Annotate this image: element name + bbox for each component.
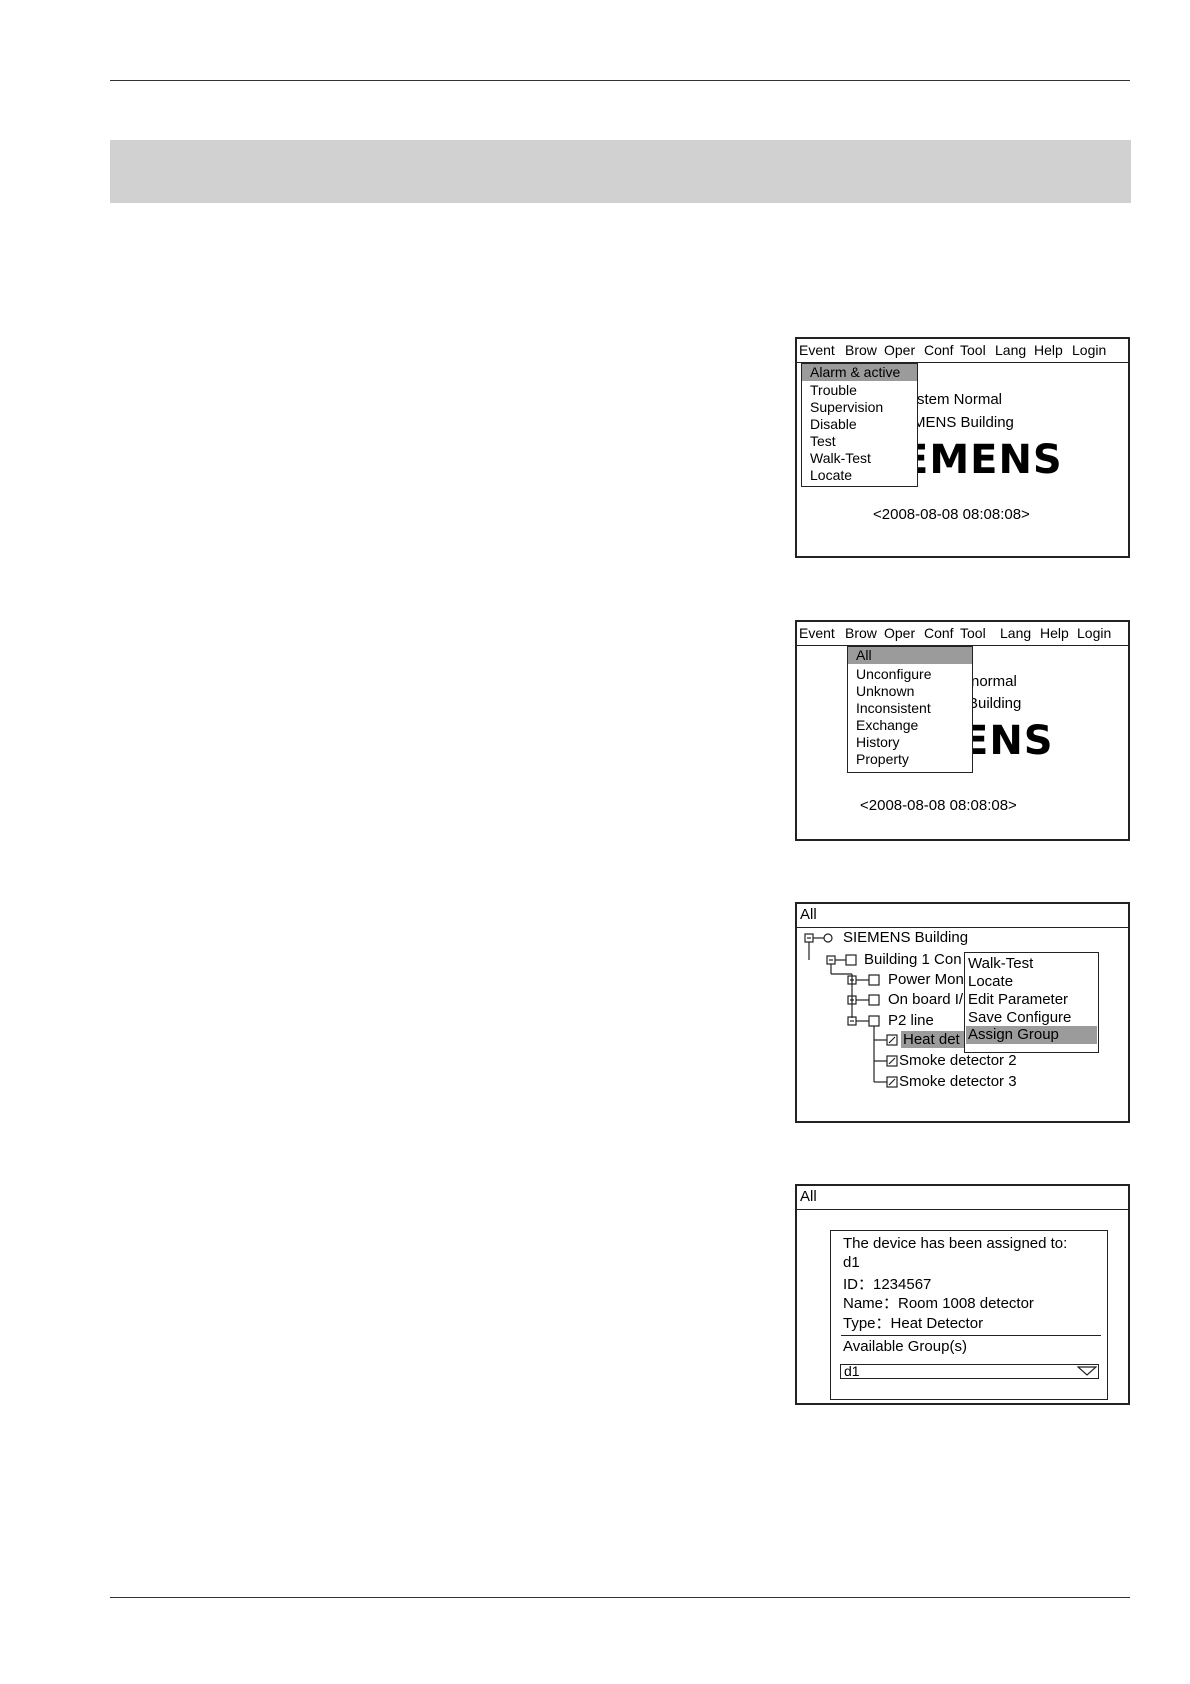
screen-device-tree: All SIEMENS Building Building 1 Con Powe… (795, 902, 1130, 1123)
dropdown-item-history[interactable]: History (848, 734, 972, 751)
system-status: normal (971, 673, 1017, 690)
available-groups-label: Available Group(s) (843, 1338, 967, 1355)
section-banner (110, 140, 1131, 203)
building-name: Building (968, 695, 1022, 712)
dialog-separator (841, 1335, 1101, 1336)
tree-node-smoke-detector-3[interactable]: Smoke detector 3 (899, 1073, 1017, 1090)
menu-help[interactable]: Help (1040, 625, 1069, 641)
tree-node-smoke-detector-2[interactable]: Smoke detector 2 (899, 1052, 1017, 1069)
device-type: Type：Heat Detector (843, 1315, 984, 1332)
context-item-assign-group[interactable]: Assign Group (966, 1026, 1097, 1044)
menu-brow[interactable]: Brow (845, 342, 877, 358)
group-select[interactable]: d1 (840, 1364, 1099, 1379)
context-menu: Walk-Test Locate Edit Parameter Save Con… (964, 952, 1099, 1053)
menu-tool[interactable]: Tool (960, 625, 986, 641)
screen-event-menu: Event Brow Oper Conf Tool Lang Help Logi… (795, 337, 1130, 558)
context-item-save-configure[interactable]: Save Configure (966, 1009, 1097, 1027)
chevron-down-icon[interactable] (1077, 1366, 1097, 1376)
tree-node-on-board[interactable]: On board I/ (888, 991, 963, 1008)
assign-group-dialog: The device has been assigned to: d1 ID：1… (830, 1230, 1108, 1400)
dropdown-item-alarm-active[interactable]: Alarm & active (802, 364, 917, 381)
tree-node-power-mon[interactable]: Power Mon (888, 971, 964, 988)
menu-event[interactable]: Event (799, 625, 835, 641)
dropdown-item-all[interactable]: All (848, 647, 972, 664)
dialog-window-title: All (800, 1188, 817, 1205)
dropdown-item-trouble[interactable]: Trouble (802, 382, 917, 399)
system-status: stem Normal (917, 391, 1003, 408)
dropdown-item-locate[interactable]: Locate (802, 467, 917, 484)
menu-oper[interactable]: Oper (884, 625, 915, 641)
menu-lang[interactable]: Lang (995, 342, 1026, 358)
siemens-logo: EMENS (901, 437, 1063, 483)
menu-bar: Event Brow Oper Conf Tool Lang Help Logi… (797, 339, 1128, 363)
dropdown-item-supervision[interactable]: Supervision (802, 399, 917, 416)
screen-browse-menu: Event Brow Oper Conf Tool Lang Help Logi… (795, 620, 1130, 841)
dropdown-item-inconsistent[interactable]: Inconsistent (848, 700, 972, 717)
screen-assign-group: All The device has been assigned to: d1 … (795, 1184, 1130, 1405)
context-item-edit-parameter[interactable]: Edit Parameter (966, 991, 1097, 1009)
dropdown-item-walk-test[interactable]: Walk-Test (802, 450, 917, 467)
menu-help[interactable]: Help (1034, 342, 1063, 358)
tree-node-siemens-building[interactable]: SIEMENS Building (843, 929, 968, 946)
tree-node-building-1[interactable]: Building 1 Con (864, 951, 962, 968)
header-rule (110, 80, 1130, 81)
menu-tool[interactable]: Tool (960, 342, 986, 358)
dropdown-item-property[interactable]: Property (848, 751, 972, 768)
device-id: ID：1234567 (843, 1276, 932, 1293)
device-name: Name：Room 1008 detector (843, 1295, 1034, 1312)
dialog-title-bar: All (797, 1186, 1128, 1210)
menu-conf[interactable]: Conf (924, 342, 954, 358)
menu-brow[interactable]: Brow (845, 625, 877, 641)
tree-node-heat-detector[interactable]: Heat det (901, 1031, 965, 1048)
assigned-message: The device has been assigned to: (843, 1235, 1068, 1252)
dropdown-item-unknown[interactable]: Unknown (848, 683, 972, 700)
menu-lang[interactable]: Lang (1000, 625, 1031, 641)
tree-node-p2-line[interactable]: P2 line (888, 1012, 934, 1029)
menu-event[interactable]: Event (799, 342, 835, 358)
context-item-walk-test[interactable]: Walk-Test (966, 955, 1097, 973)
group-select-value: d1 (844, 1363, 860, 1379)
menu-bar: Event Brow Oper Conf Tool Lang Help Logi… (797, 622, 1128, 646)
siemens-logo: ENS (961, 718, 1054, 764)
menu-login[interactable]: Login (1072, 342, 1106, 358)
footer-rule (110, 1597, 1130, 1598)
dropdown-item-disable[interactable]: Disable (802, 416, 917, 433)
building-name: MENS Building (913, 414, 1014, 431)
datetime: <2008-08-08 08:08:08> (873, 506, 1030, 523)
menu-oper[interactable]: Oper (884, 342, 915, 358)
dropdown-item-exchange[interactable]: Exchange (848, 717, 972, 734)
assigned-group: d1 (843, 1254, 860, 1271)
event-dropdown: Alarm & active Trouble Supervision Disab… (801, 363, 918, 487)
menu-conf[interactable]: Conf (924, 625, 954, 641)
dropdown-item-test[interactable]: Test (802, 433, 917, 450)
browse-dropdown: All Unconfigure Unknown Inconsistent Exc… (847, 646, 973, 773)
menu-login[interactable]: Login (1077, 625, 1111, 641)
context-item-locate[interactable]: Locate (966, 973, 1097, 991)
datetime: <2008-08-08 08:08:08> (860, 797, 1017, 814)
dropdown-item-unconfigure[interactable]: Unconfigure (848, 666, 972, 683)
